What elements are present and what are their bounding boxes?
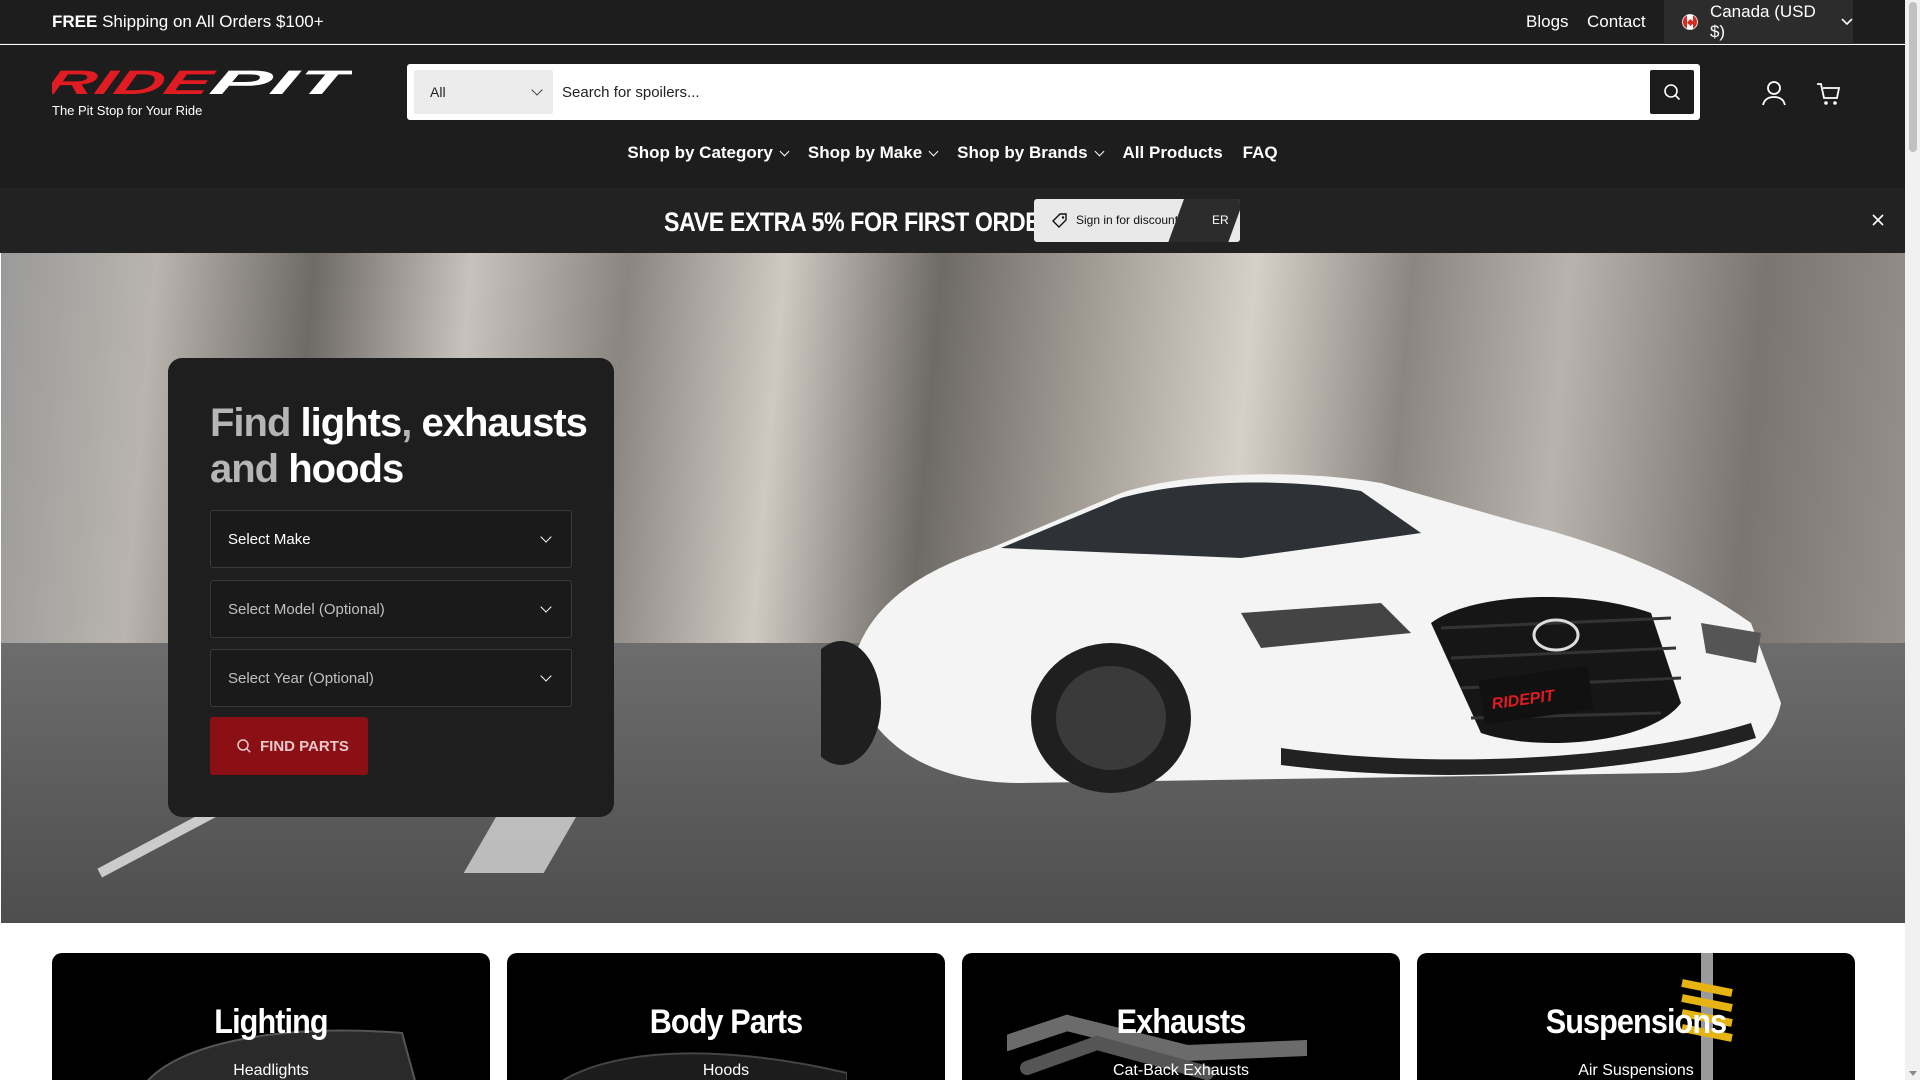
- scrollbar-thumb[interactable]: [1909, 2, 1917, 152]
- tagline: The Pit Stop for Your Ride: [52, 103, 203, 118]
- close-promo-button[interactable]: [1869, 211, 1887, 229]
- nav-faq[interactable]: FAQ: [1243, 143, 1278, 163]
- category-subtitle: Hoods: [702, 1062, 750, 1079]
- canada-flag-icon: [1682, 14, 1698, 30]
- nav-all-products[interactable]: All Products: [1123, 143, 1223, 163]
- nav-shop-by-brands[interactable]: Shop by Brands: [957, 143, 1104, 163]
- car-image: RIDEPIT: [821, 474, 1781, 793]
- select-year[interactable]: Select Year (Optional): [210, 649, 572, 707]
- ridepit-logo-icon: RIDE PIT: [40, 64, 364, 102]
- cart-button[interactable]: [1814, 78, 1844, 108]
- country-label: Canada (USD $): [1709, 2, 1816, 41]
- select-make[interactable]: Select Make: [210, 510, 572, 568]
- category-card-body-parts[interactable]: Body Parts Hoods: [507, 953, 945, 1080]
- category-cards: Lighting Headlights Body Parts Hoods Exh…: [52, 953, 1855, 1080]
- category-subtitle: Air Suspensions: [1578, 1062, 1694, 1079]
- page-scrollbar[interactable]: [1905, 0, 1920, 1080]
- chevron-down-icon: [1094, 146, 1104, 156]
- finder-title: Find lights, exhausts and hoods: [210, 401, 588, 491]
- sign-in-discount-button[interactable]: Sign in for discount ER: [1034, 199, 1240, 242]
- cart-icon: [1817, 83, 1841, 105]
- chevron-down-icon: [1841, 18, 1853, 26]
- category-card-suspensions[interactable]: Suspensions Air Suspensions: [1417, 953, 1855, 1080]
- search-icon: [237, 739, 251, 753]
- search-icon: [1664, 84, 1681, 101]
- chevron-down-icon: [779, 146, 790, 156]
- chevron-down-icon: [928, 146, 939, 156]
- search-input[interactable]: [562, 70, 1562, 114]
- promo-bar: SAVE EXTRA 5% FOR FIRST ORDER Sign in fo…: [0, 188, 1905, 253]
- main-nav: Shop by Category Shop by Make Shop by Br…: [0, 143, 1905, 163]
- part-finder-panel: Find lights, exhausts and hoods Select M…: [168, 358, 614, 817]
- category-title: Lighting: [214, 1003, 328, 1041]
- contact-link[interactable]: Contact: [1587, 12, 1646, 32]
- category-card-exhausts[interactable]: Exhausts Cat-Back Exhausts: [962, 953, 1400, 1080]
- search-category-select[interactable]: All: [414, 70, 553, 114]
- chevron-down-icon: [531, 84, 543, 96]
- category-subtitle: Cat-Back Exhausts: [1112, 1062, 1250, 1079]
- tag-icon: [1052, 213, 1067, 228]
- scroll-down-arrow-icon[interactable]: [1909, 1071, 1917, 1076]
- chevron-down-icon: [540, 601, 552, 613]
- close-icon: [1872, 214, 1884, 226]
- category-title: Body Parts: [649, 1003, 803, 1041]
- nav-shop-by-category[interactable]: Shop by Category: [627, 143, 790, 163]
- search-button[interactable]: [1650, 70, 1694, 114]
- find-parts-button[interactable]: FIND PARTS: [210, 717, 368, 775]
- search-bar: All: [407, 64, 1700, 120]
- select-model[interactable]: Select Model (Optional): [210, 580, 572, 638]
- category-card-lighting[interactable]: Lighting Headlights: [52, 953, 490, 1080]
- svg-text:PIT: PIT: [205, 65, 352, 95]
- category-title: Suspensions: [1545, 1003, 1727, 1041]
- announcement-bar: FREE Shipping on All Orders $100+ Blogs …: [0, 0, 1905, 44]
- country-selector[interactable]: Canada (USD $): [1664, 0, 1853, 44]
- site-header: RIDE PIT The Pit Stop for Your Ride All …: [0, 45, 1905, 188]
- svg-text:RIDE: RIDE: [52, 65, 221, 95]
- hero-banner: RIDEPIT Find lights, exhausts and hoods …: [1, 253, 1905, 923]
- blogs-link[interactable]: Blogs: [1526, 12, 1569, 32]
- promo-text: SAVE EXTRA 5% FOR FIRST ORDER: [664, 207, 1057, 237]
- chevron-down-icon: [540, 670, 552, 682]
- ridepit-logo[interactable]: RIDE PIT: [40, 64, 364, 102]
- category-title: Exhausts: [1116, 1003, 1247, 1041]
- free-shipping-text: FREE Shipping on All Orders $100+: [52, 12, 324, 31]
- nav-shop-by-make[interactable]: Shop by Make: [808, 143, 939, 163]
- account-button[interactable]: [1759, 78, 1789, 108]
- chevron-down-icon: [540, 531, 552, 543]
- user-icon: [1762, 81, 1786, 106]
- category-subtitle: Headlights: [233, 1062, 309, 1079]
